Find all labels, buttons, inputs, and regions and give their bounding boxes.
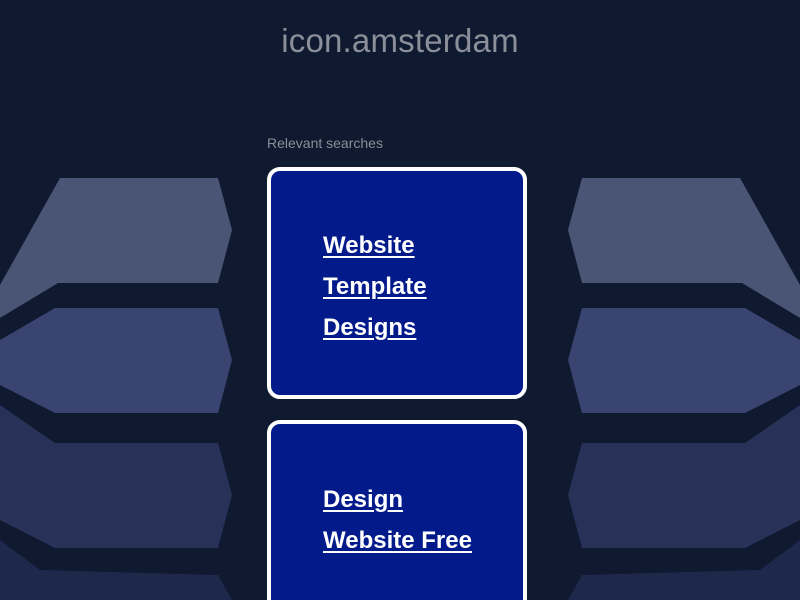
bg-shape-left-4 (0, 540, 232, 600)
parked-domain-page: icon.amsterdam Relevant searches Website… (0, 0, 800, 600)
bg-shape-left-3 (0, 405, 232, 548)
bg-shape-left-1 (0, 178, 232, 318)
relevant-searches-label: Relevant searches (267, 135, 383, 151)
search-card[interactable]: Design Website Free (267, 420, 527, 600)
bg-shape-right-2 (568, 308, 800, 413)
bg-shape-left-2 (0, 308, 232, 413)
search-link-line: Website (323, 232, 415, 259)
bg-shape-right-1 (568, 178, 800, 318)
search-link-line: Website Free (323, 527, 472, 554)
bg-shape-right-4 (568, 540, 800, 600)
bg-shape-right-3 (568, 405, 800, 548)
search-card[interactable]: Website Template Designs (267, 167, 527, 399)
search-link-line: Designs (323, 314, 417, 341)
domain-title: icon.amsterdam (281, 22, 519, 59)
search-link-line: Template (323, 273, 427, 300)
search-link-line: Design (323, 486, 404, 513)
search-link-website-template-designs[interactable]: Website Template Designs (323, 225, 513, 348)
search-link-design-website-free[interactable]: Design Website Free (323, 479, 513, 561)
